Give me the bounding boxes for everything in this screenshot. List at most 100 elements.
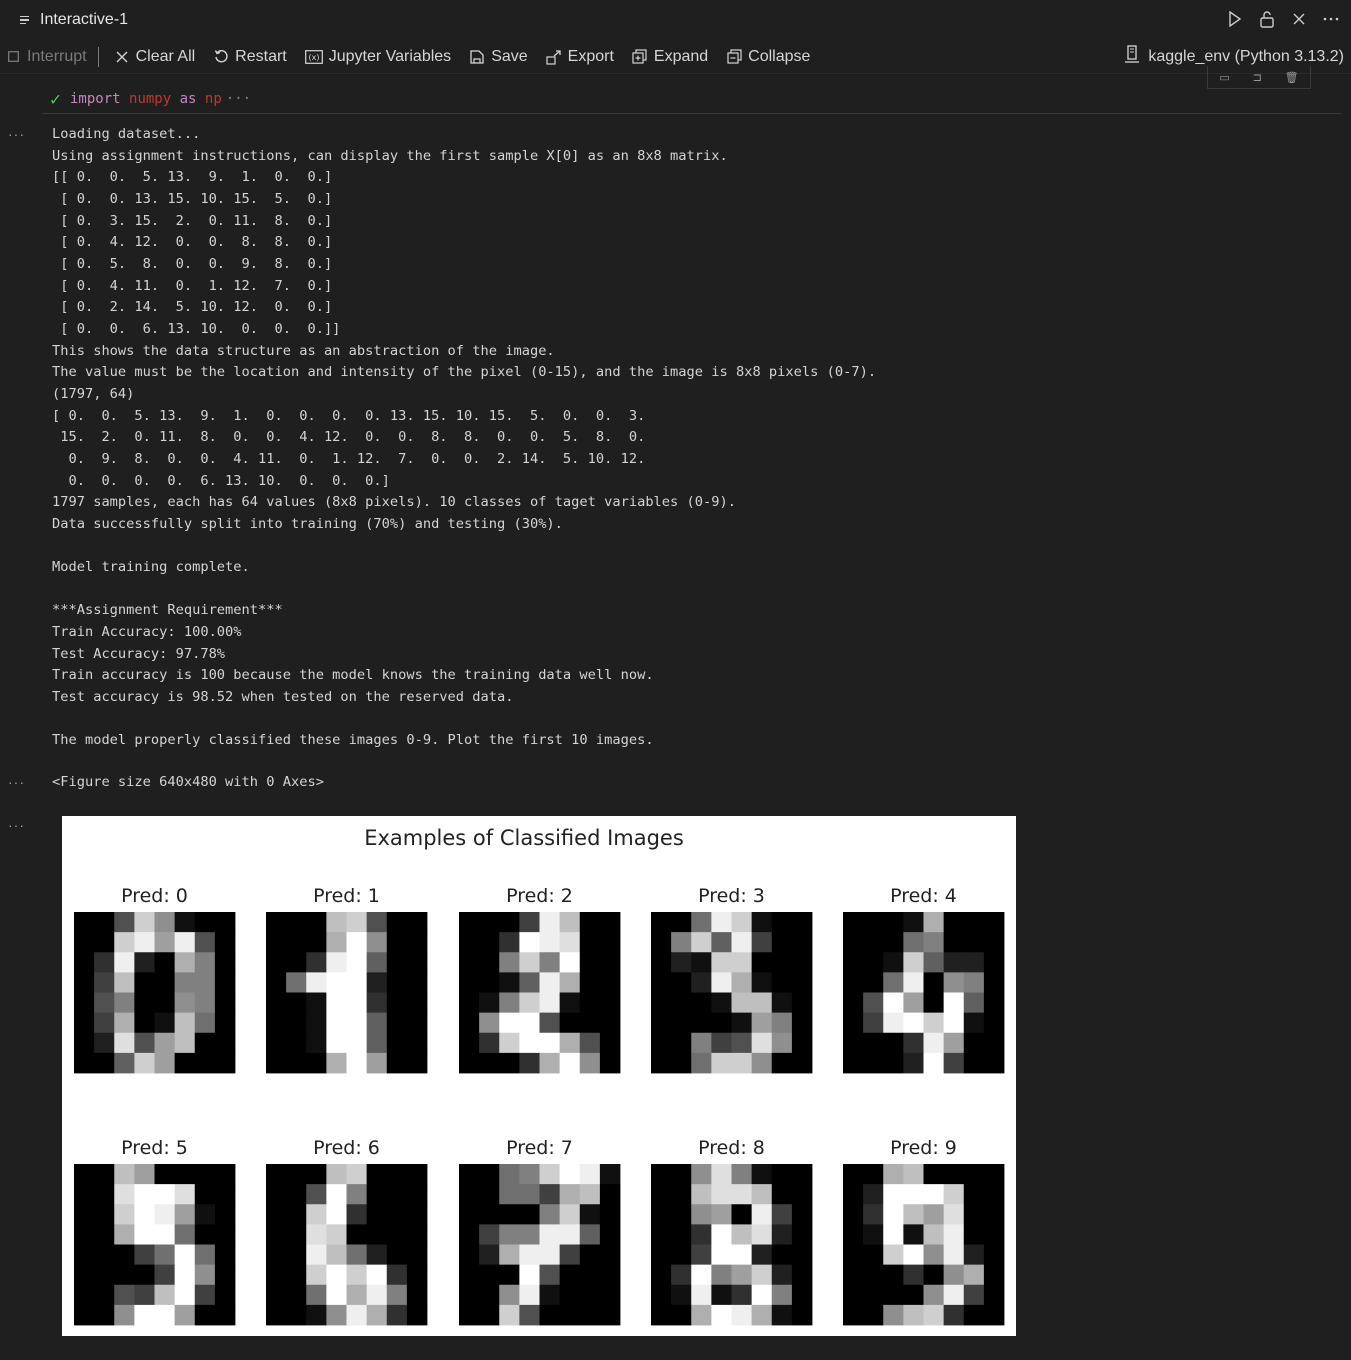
digit-pixel: [134, 1264, 155, 1286]
digit-pixel: [903, 1264, 924, 1286]
output-more-icon[interactable]: ···: [8, 774, 25, 790]
digit-pixel: [326, 1264, 347, 1286]
digit-pixel: [691, 1164, 712, 1185]
collapse-button[interactable]: Collapse: [717, 40, 819, 73]
digit-pixel: [883, 1032, 904, 1054]
digit-pixel: [579, 1284, 601, 1306]
digit-pixel: [266, 1012, 287, 1034]
title-bar: Interactive-1: [0, 0, 1351, 40]
digit-pixel: [599, 972, 621, 993]
digit-pixel: [194, 1204, 216, 1225]
export-button[interactable]: Export: [537, 40, 623, 73]
digit-pixel: [791, 1204, 813, 1225]
digit-pixel: [791, 1284, 813, 1306]
digit-pixel: [134, 1164, 155, 1185]
digit-pixel: [943, 1052, 965, 1074]
output-line: [ 0. 3. 15. 2. 0. 11. 8. 0.]: [52, 212, 333, 229]
digit-pixel: [691, 1224, 712, 1245]
lock-icon[interactable]: [1257, 8, 1277, 30]
output-more-icon[interactable]: ···: [8, 817, 25, 833]
cell-delete-icon[interactable]: 🗑: [1285, 71, 1299, 84]
digit-pixel: [963, 1224, 985, 1245]
cell-copy-icon[interactable]: ▭: [1219, 71, 1229, 84]
digit-pixel: [711, 1264, 732, 1286]
digit-pixel: [214, 1184, 236, 1205]
output-more-icon[interactable]: ···: [8, 126, 25, 142]
digit-pixel: [983, 1304, 1005, 1326]
digit-pixel: [459, 1164, 480, 1185]
restart-button[interactable]: Restart: [204, 40, 296, 73]
digit-pixel: [983, 992, 1005, 1014]
digit-pixel: [943, 992, 965, 1014]
digit-pixel: [751, 1012, 773, 1034]
save-button[interactable]: Save: [460, 40, 536, 73]
digit-pixel: [406, 1184, 428, 1205]
digit-pixel: [214, 1304, 236, 1326]
digit-pixel: [599, 932, 621, 953]
digit-pixel: [74, 1052, 95, 1074]
digit-pixel: [711, 1164, 732, 1185]
digit-pixel: [134, 1304, 155, 1326]
digit-pixel: [286, 1244, 307, 1266]
digit-pixel: [599, 1284, 621, 1306]
digit-pixel: [863, 932, 884, 953]
digit-pixel: [326, 1224, 347, 1245]
code-cell-header[interactable]: ✓ import numpy as np ···: [42, 85, 1341, 114]
digit-pixel: [751, 1032, 773, 1054]
digit-pixel: [459, 1012, 480, 1034]
digit-pixel: [843, 1224, 864, 1245]
digit-pixel: [194, 1012, 216, 1034]
digit-pixel: [771, 1012, 793, 1034]
digit-pixel: [771, 1304, 793, 1326]
digit-pixel: [559, 1184, 581, 1205]
digit-pixel: [306, 1052, 327, 1074]
digit-panel: Pred: 2: [459, 885, 621, 1074]
digit-pixel: [559, 952, 581, 973]
jupyter-variables-button[interactable]: (x) Jupyter Variables: [296, 40, 460, 73]
digit-pixel: [983, 932, 1005, 953]
digit-pixel: [94, 1284, 115, 1306]
output-line: 0. 0. 0. 0. 6. 13. 10. 0. 0. 0.]: [52, 472, 390, 489]
digit-pixel: [114, 1032, 135, 1054]
output-line: Using assignment instructions, can displ…: [52, 147, 728, 164]
digit-pixel: [751, 1052, 773, 1074]
run-icon[interactable]: [1225, 8, 1245, 30]
clear-all-button[interactable]: Clear All: [105, 40, 205, 73]
digit-pixel: [306, 932, 327, 953]
output-line: ***Assignment Requirement***: [52, 602, 283, 619]
digit-pixel: [114, 972, 135, 993]
digit-pixel: [963, 972, 985, 993]
digit-pixel: [691, 972, 712, 993]
digit-pixel: [883, 992, 904, 1014]
digit-pixel: [366, 1244, 388, 1266]
digit-panel: Pred: 5: [74, 1137, 236, 1326]
more-icon[interactable]: [1321, 8, 1341, 30]
interrupt-button[interactable]: Interrupt: [0, 40, 96, 73]
cell-goto-icon[interactable]: ⊐: [1253, 71, 1262, 84]
digit-pixel: [326, 1284, 347, 1306]
collapsed-code-ellipsis[interactable]: ···: [226, 91, 251, 107]
digit-pixel: [214, 972, 236, 993]
close-icon[interactable]: [1289, 8, 1309, 30]
digit-pixel: [671, 1224, 692, 1245]
digit-pixel: [963, 1304, 985, 1326]
digit-pixel: [963, 1284, 985, 1306]
digit-pixel: [214, 1052, 236, 1074]
digit-pixel: [499, 1204, 520, 1225]
digit-pixel: [266, 1304, 287, 1326]
digit-pixel: [599, 1164, 621, 1185]
digit-pixel: [843, 1264, 864, 1286]
digit-pixel: [386, 1164, 408, 1185]
digit-pixel: [94, 1052, 115, 1074]
digit-pixel: [539, 1164, 561, 1185]
notebook-toolbar: Interrupt Clear All Restart (x) Jupyter …: [0, 40, 1351, 74]
code-module: numpy: [129, 91, 172, 107]
digit-pixel: [671, 992, 692, 1014]
clear-all-label: Clear All: [135, 47, 196, 65]
output-line: Loading dataset...: [52, 126, 201, 142]
digit-pixel: [406, 972, 428, 993]
expand-button[interactable]: Expand: [623, 40, 717, 73]
digit-pixel: [286, 1184, 307, 1205]
digit-pixel: [194, 932, 216, 953]
output-line: [ 0. 4. 12. 0. 0. 8. 8. 0.]: [52, 234, 333, 251]
